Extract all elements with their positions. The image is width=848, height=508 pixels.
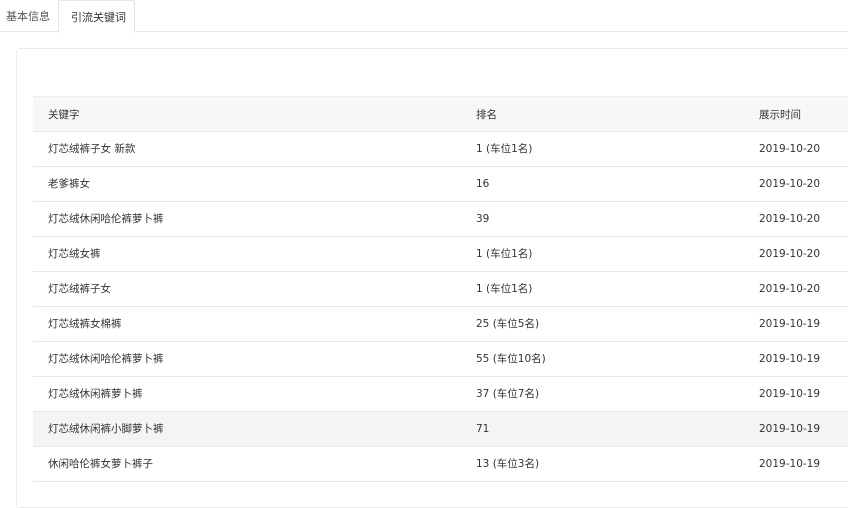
row-keyword: 灯芯绒裤子女	[48, 283, 111, 295]
tab-basic-info[interactable]: 基本信息	[6, 0, 50, 32]
table-row: 灯芯绒休闲哈伦裤萝卜裤 55 (车位10名) 2019-10-19	[33, 342, 848, 377]
row-keyword: 灯芯绒休闲裤小脚萝卜裤	[48, 423, 164, 435]
row-rank: 25 (车位5名)	[476, 318, 540, 330]
row-keyword: 灯芯绒休闲哈伦裤萝卜裤	[48, 353, 164, 365]
row-date: 2019-10-20	[759, 213, 821, 225]
table-row: 灯芯绒休闲哈伦裤萝卜裤 39 2019-10-20	[33, 202, 848, 237]
row-rank: 1 (车位1名)	[476, 248, 533, 260]
row-date: 2019-10-20	[759, 283, 821, 295]
row-rank: 39	[476, 213, 490, 225]
row-keyword: 灯芯绒裤女棉裤	[48, 318, 122, 330]
row-rank: 1 (车位1名)	[476, 283, 533, 295]
table-header: 关键字 排名 展示时间	[33, 96, 848, 132]
row-keyword: 灯芯绒裤子女 新款	[48, 143, 136, 155]
header-keyword: 关键字	[48, 109, 80, 121]
header-date: 展示时间	[759, 109, 801, 121]
row-keyword: 休闲哈伦裤女萝卜裤子	[48, 458, 153, 470]
table-row: 灯芯绒休闲裤萝卜裤 37 (车位7名) 2019-10-19	[33, 377, 848, 412]
row-rank: 71	[476, 423, 490, 435]
row-rank: 1 (车位1名)	[476, 143, 533, 155]
row-date: 2019-10-19	[759, 458, 821, 470]
table-row: 老爹裤女 16 2019-10-20	[33, 167, 848, 202]
row-keyword: 灯芯绒女裤	[48, 248, 101, 260]
tab-traffic-keywords[interactable]: 引流关键词	[58, 0, 135, 33]
row-keyword: 灯芯绒休闲裤萝卜裤	[48, 388, 143, 400]
table-row: 灯芯绒女裤 1 (车位1名) 2019-10-20	[33, 237, 848, 272]
row-keyword: 灯芯绒休闲哈伦裤萝卜裤	[48, 213, 164, 225]
table-row-hovered: 灯芯绒休闲裤小脚萝卜裤 71 2019-10-19	[33, 412, 848, 447]
row-date: 2019-10-19	[759, 388, 821, 400]
row-date: 2019-10-20	[759, 143, 821, 155]
table-row: 灯芯绒裤女棉裤 25 (车位5名) 2019-10-19	[33, 307, 848, 342]
table-row: 休闲哈伦裤女萝卜裤子 13 (车位3名) 2019-10-19	[33, 447, 848, 482]
row-keyword: 老爹裤女	[48, 178, 90, 190]
row-rank: 13 (车位3名)	[476, 458, 540, 470]
row-rank: 37 (车位7名)	[476, 388, 540, 400]
row-date: 2019-10-19	[759, 318, 821, 330]
keyword-table: 关键字 排名 展示时间 灯芯绒裤子女 新款 1 (车位1名) 2019-10-2…	[33, 96, 848, 482]
row-date: 2019-10-20	[759, 248, 821, 260]
row-date: 2019-10-19	[759, 353, 821, 365]
row-date: 2019-10-19	[759, 423, 821, 435]
table-row: 灯芯绒裤子女 1 (车位1名) 2019-10-20	[33, 272, 848, 307]
row-date: 2019-10-20	[759, 178, 821, 190]
tab-bar: 基本信息 引流关键词	[0, 0, 848, 33]
row-rank: 55 (车位10名)	[476, 353, 546, 365]
header-rank: 排名	[476, 109, 497, 121]
row-rank: 16	[476, 178, 490, 190]
table-row: 灯芯绒裤子女 新款 1 (车位1名) 2019-10-20	[33, 132, 848, 167]
